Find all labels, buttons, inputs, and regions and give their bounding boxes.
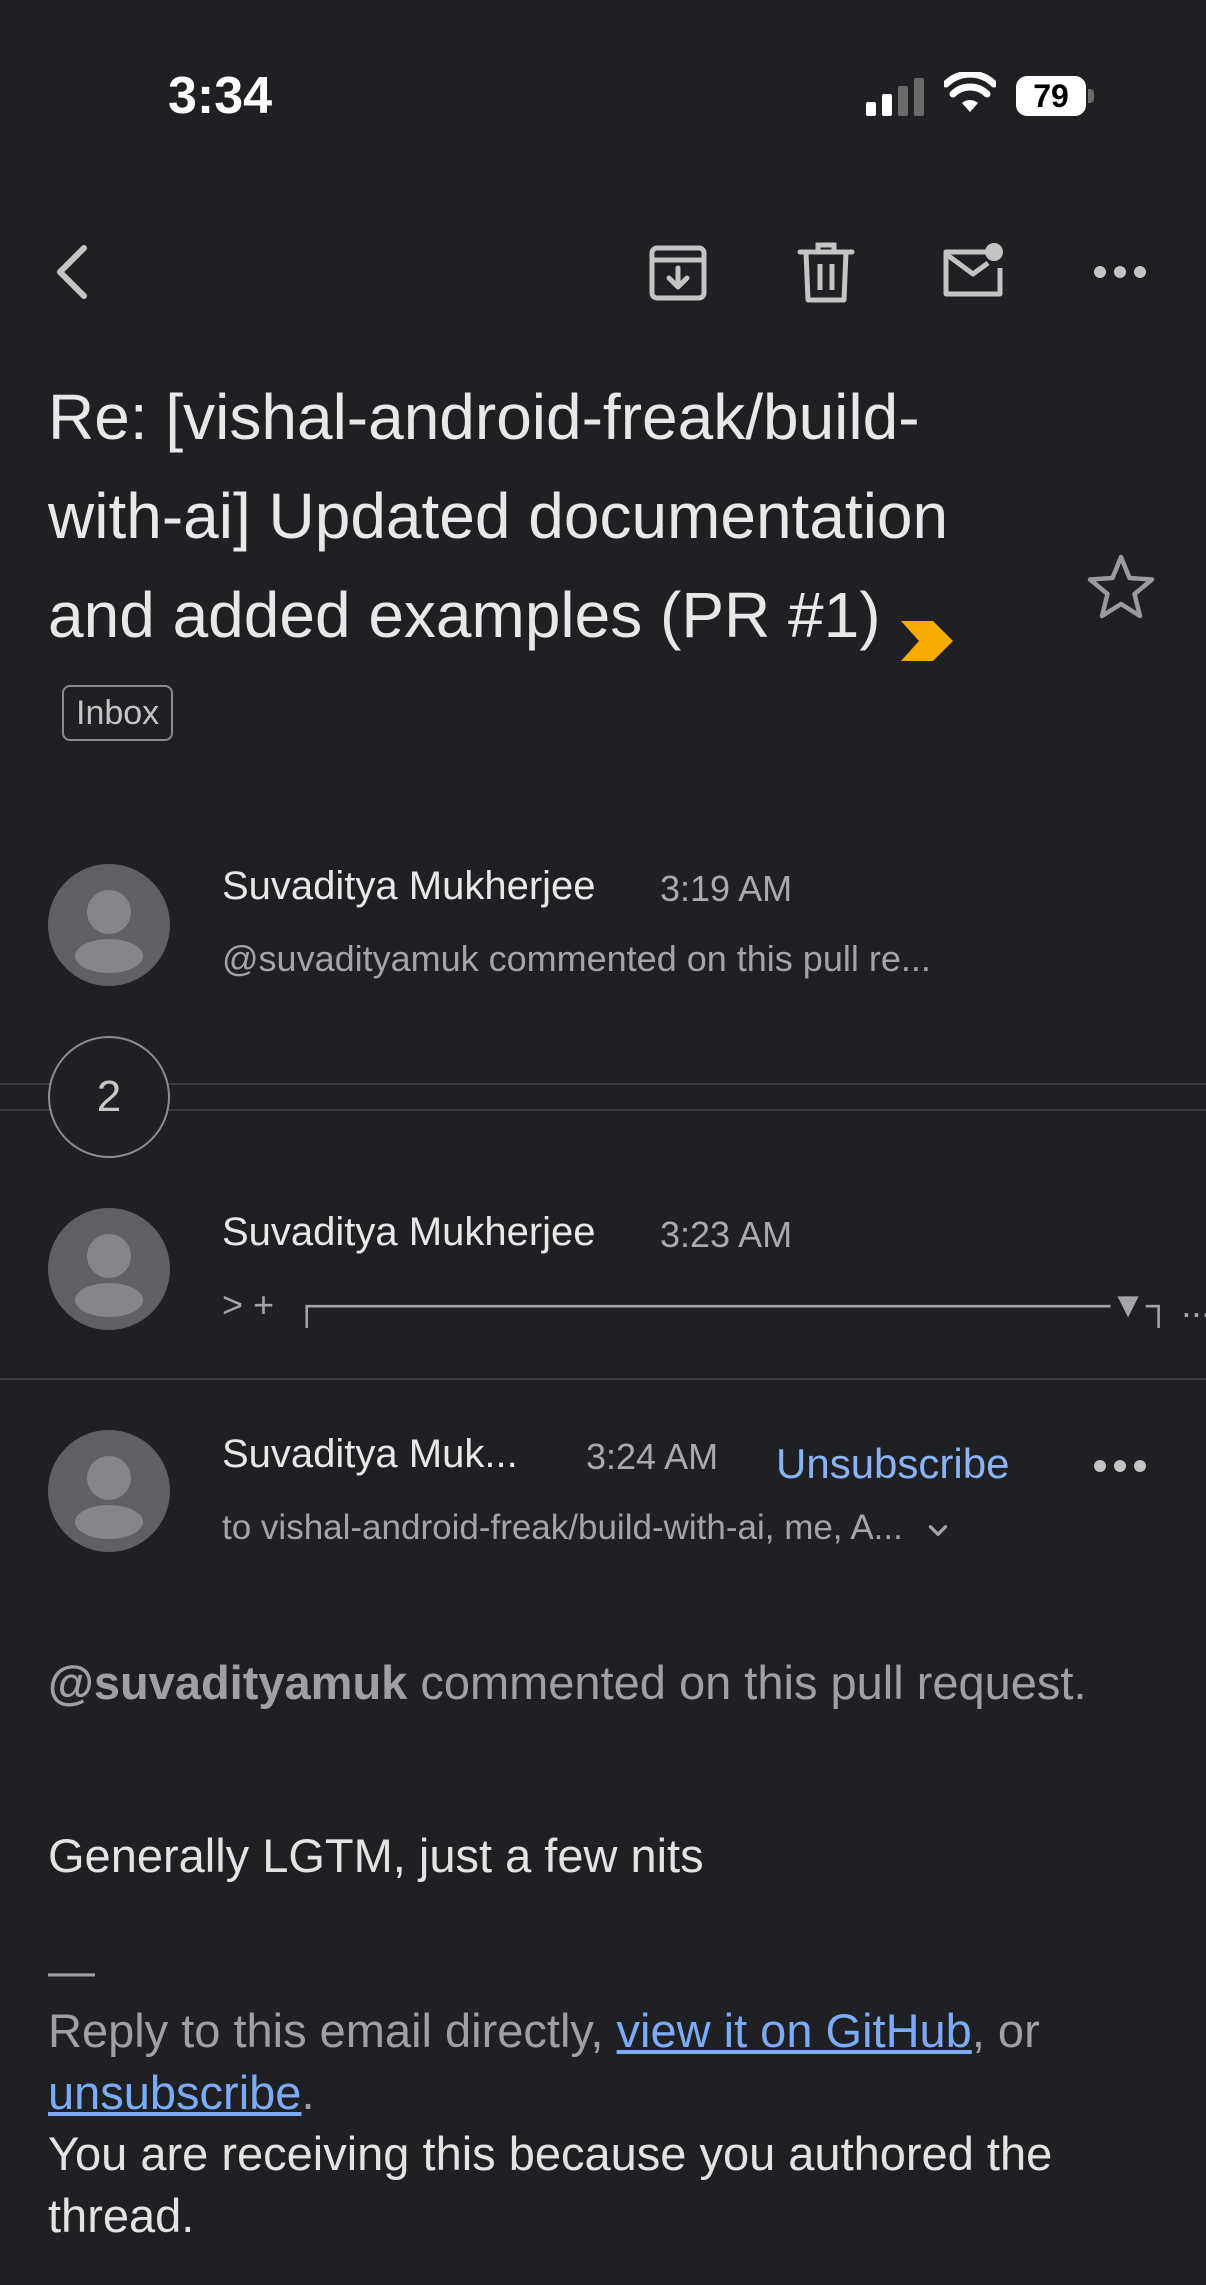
cellular-signal-icon: [864, 76, 924, 116]
battery-indicator: 79: [1016, 76, 1094, 116]
mention-link[interactable]: @suvadityamuk: [48, 1656, 407, 1709]
mail-unread-icon: [943, 243, 1003, 297]
trash-icon: [797, 242, 855, 303]
message-snippet: @suvadityamuk commented on this pull re.…: [222, 938, 931, 979]
message-item[interactable]: Suvaditya Mukherjee 3:23 AM > + ┌───────…: [0, 1196, 1206, 1346]
mark-unread-button[interactable]: [936, 236, 1008, 308]
message-item[interactable]: Suvaditya Mukherjee 3:19 AM @suvadityamu…: [0, 850, 1206, 1000]
more-options-button[interactable]: [1092, 264, 1148, 285]
archive-button[interactable]: [642, 236, 714, 308]
receiving-reason: You are receiving this because you autho…: [48, 2127, 1053, 2242]
delete-button[interactable]: [790, 236, 862, 308]
divider: [0, 1378, 1206, 1380]
person-icon: [75, 890, 143, 973]
person-icon: [75, 1234, 143, 1317]
avatar: [48, 864, 170, 986]
reply-or: , or: [971, 2004, 1040, 2057]
person-icon: [75, 1456, 143, 1539]
unsubscribe-button[interactable]: Unsubscribe: [776, 1440, 1009, 1488]
status-time: 3:34: [168, 67, 273, 125]
inbox-label-chip[interactable]: Inbox: [62, 685, 174, 742]
message-time: 3:19 AM: [660, 868, 793, 909]
chevron-down-icon: [928, 1524, 947, 1536]
star-button[interactable]: [1086, 552, 1156, 622]
reply-text: Reply to this email directly,: [48, 2004, 617, 2057]
sender-name: Suvaditya Mukherjee: [222, 1210, 596, 1254]
wifi-icon: [942, 70, 998, 116]
divider: [0, 1109, 1206, 1111]
comment-intro-text: commented on this pull request.: [407, 1656, 1087, 1709]
github-link[interactable]: view it on GitHub: [617, 2004, 972, 2057]
comment-body: Generally LGTM, just a few nits: [48, 1829, 704, 1882]
avatar: [48, 1208, 170, 1330]
back-button[interactable]: [40, 236, 112, 308]
sender-name: Suvaditya Muk...: [222, 1432, 518, 1476]
more-horizontal-icon: [1094, 266, 1146, 278]
message-more-button[interactable]: [1092, 1458, 1148, 1479]
message-time: 3:24 AM: [586, 1436, 719, 1477]
email-subject: Re: [vishal-android-freak/build-with-ai]…: [48, 368, 1028, 764]
recipients-toggle[interactable]: to vishal-android-freak/build-with-ai, m…: [222, 1508, 951, 1548]
message-snippet: > + ┌───────────────────────────────▼┐ .…: [222, 1284, 1206, 1325]
sender-name: Suvaditya Mukherjee: [222, 864, 596, 908]
recipients-text: to vishal-android-freak/build-with-ai, m…: [222, 1508, 903, 1547]
collapsed-messages-count[interactable]: 2: [48, 1036, 170, 1158]
avatar[interactable]: [48, 1430, 170, 1552]
battery-level: 79: [1033, 77, 1069, 114]
more-horizontal-icon: [1094, 1460, 1146, 1472]
chevron-left-icon: [57, 245, 87, 299]
importance-marker-icon[interactable]: [899, 592, 955, 662]
reply-footer: Reply to this email directly, view it on…: [48, 2000, 1178, 2124]
unsubscribe-link[interactable]: unsubscribe: [48, 2066, 301, 2119]
signature-separator: —: [48, 1944, 95, 1997]
message-time: 3:23 AM: [660, 1214, 793, 1255]
archive-icon: [649, 245, 707, 301]
comment-intro: @suvadityamuk commented on this pull req…: [48, 1652, 1158, 1714]
reply-end: .: [301, 2066, 315, 2119]
subject-title: Re: [vishal-android-freak/build-with-ai]…: [48, 381, 949, 651]
divider: [0, 1083, 1206, 1085]
star-icon: [1087, 554, 1155, 619]
